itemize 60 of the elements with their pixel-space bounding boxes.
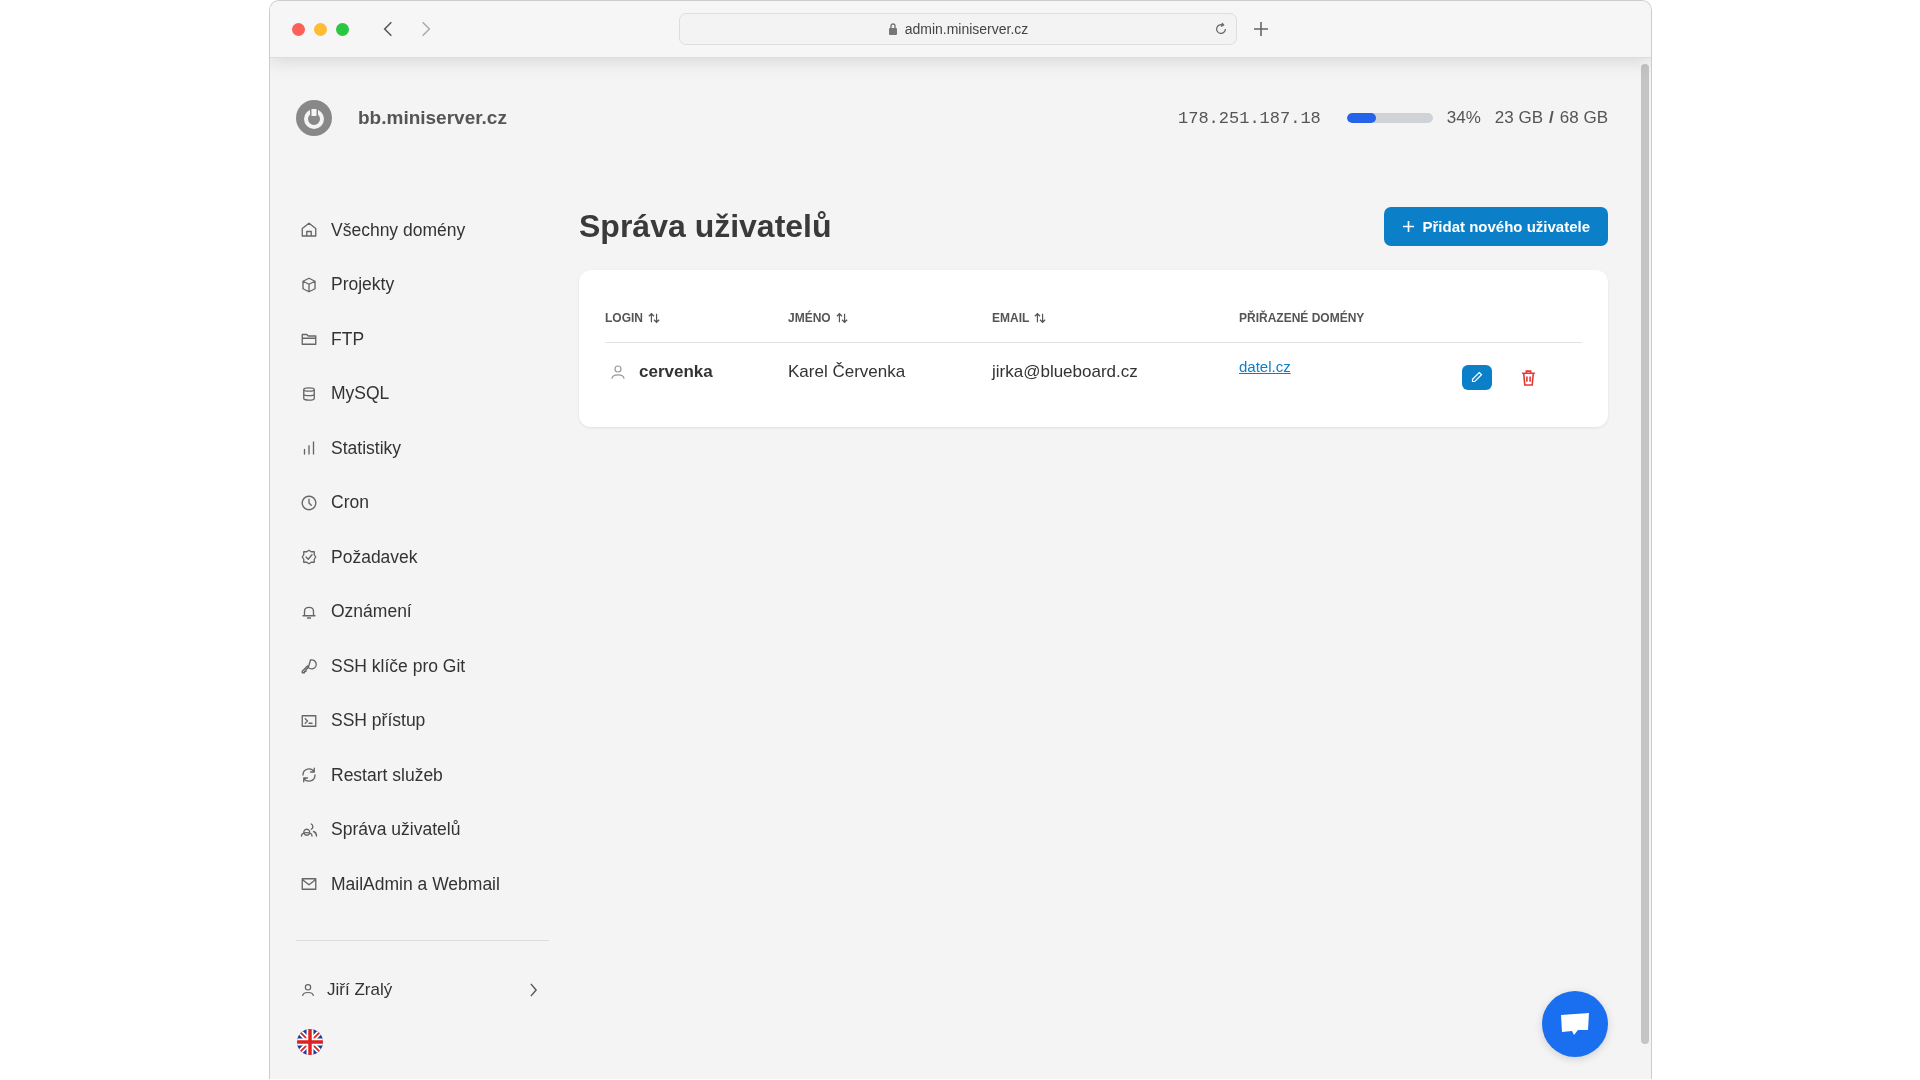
- column-header: PŘIŘAZENÉ DOMÉNY: [1239, 311, 1366, 325]
- sidebar-item[interactable]: FTP: [296, 312, 550, 367]
- trash-icon[interactable]: [1520, 368, 1537, 386]
- address-bar[interactable]: admin.miniserver.cz: [679, 13, 1237, 45]
- disk-used: 23 GB: [1494, 108, 1544, 128]
- nav-icon: [300, 275, 318, 294]
- chat-button[interactable]: [1542, 991, 1608, 1057]
- reload-icon[interactable]: [1214, 22, 1228, 36]
- nav-icon: [300, 221, 318, 240]
- sidebar-item[interactable]: Všechny domény: [296, 203, 550, 258]
- sidebar-item[interactable]: Správa uživatelů: [296, 802, 550, 857]
- sidebar-item[interactable]: SSH přístup: [296, 693, 550, 748]
- column-header[interactable]: LOGIN: [605, 311, 788, 325]
- column-header[interactable]: JMÉNO: [788, 311, 992, 325]
- user-menu[interactable]: Jiří Zralý: [296, 964, 550, 1015]
- nav-icon: [300, 766, 318, 785]
- uk-flag-icon[interactable]: [297, 1028, 323, 1055]
- page-title: Správa uživatelů: [579, 208, 832, 245]
- server-name: bb.miniserver.cz: [358, 107, 507, 129]
- column-header[interactable]: EMAIL: [992, 311, 1239, 325]
- email-cell-text: jirka@blueboard.cz: [992, 362, 1139, 382]
- name-cell-text: Karel Červenka: [788, 362, 907, 382]
- back-icon[interactable]: [383, 21, 393, 37]
- sort-icon: [1034, 312, 1047, 324]
- lock-icon: [887, 23, 898, 35]
- nav-icon: [300, 820, 318, 839]
- scrollbar[interactable]: [1641, 64, 1649, 1045]
- usage-percent: 34%: [1446, 108, 1481, 128]
- sort-icon: [648, 312, 660, 324]
- close-button[interactable]: [292, 22, 305, 36]
- nav-icon: [300, 384, 318, 403]
- domain-link[interactable]: datel.cz: [1239, 358, 1291, 375]
- nav-icon: [300, 493, 318, 512]
- sidebar-item[interactable]: Restart služeb: [296, 748, 550, 803]
- nav-icon: [300, 548, 318, 567]
- new-tab-icon[interactable]: [1253, 21, 1269, 37]
- sort-icon: [835, 312, 848, 324]
- sidebar-item[interactable]: MySQL: [296, 366, 550, 421]
- plus-icon: [1402, 220, 1416, 233]
- user-icon: [609, 363, 627, 381]
- pencil-icon: [1471, 371, 1483, 383]
- slash-separator: /: [1549, 108, 1554, 128]
- sidebar-item[interactable]: Oznámení: [296, 584, 550, 639]
- power-logo-icon: [296, 100, 332, 136]
- ip-address: 178.251.187.18: [1178, 108, 1321, 128]
- disk-total: 68 GB: [1559, 108, 1608, 128]
- chat-bubble-icon: [1560, 1011, 1590, 1037]
- sidebar-item[interactable]: MailAdmin a Webmail: [296, 857, 550, 912]
- sidebar-item[interactable]: Statistiky: [296, 421, 550, 476]
- sidebar-item[interactable]: Požadavek: [296, 530, 550, 585]
- add-user-button[interactable]: Přidat nového uživatele: [1384, 207, 1608, 246]
- sidebar-item[interactable]: Cron: [296, 475, 550, 530]
- nav-icon: [300, 657, 318, 676]
- sidebar-item[interactable]: Projekty: [296, 257, 550, 312]
- chevron-right-icon: [529, 982, 538, 997]
- user-icon: [300, 981, 316, 998]
- url-text: admin.miniserver.cz: [904, 21, 1029, 37]
- sidebar-item[interactable]: SSH klíče pro Git: [296, 639, 550, 694]
- login-cell: cervenka: [639, 362, 713, 382]
- edit-button[interactable]: [1462, 364, 1492, 390]
